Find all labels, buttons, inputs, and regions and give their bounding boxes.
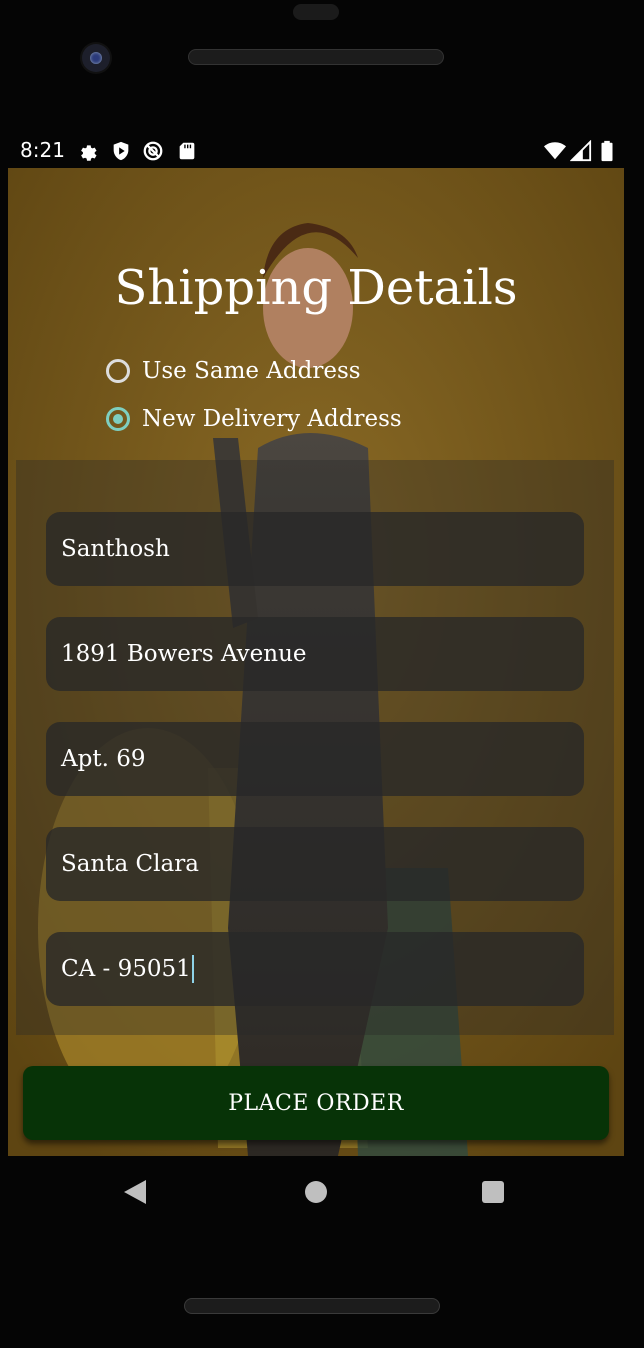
home-icon[interactable] <box>305 1181 327 1203</box>
page-title: Shipping Details <box>114 260 518 316</box>
name-field[interactable]: Santhosh <box>46 512 584 586</box>
address-form-panel: Santhosh 1891 Bowers Avenue Apt. 69 Sant… <box>16 460 614 1035</box>
phone-frame: 8:21 Shipping Details Use Same Address N… <box>0 0 644 1348</box>
accessibility-icon <box>143 141 163 161</box>
address-line2-field[interactable]: Apt. 69 <box>46 722 584 796</box>
radio-new-delivery-address[interactable]: New Delivery Address <box>106 406 402 432</box>
recents-icon[interactable] <box>482 1181 504 1203</box>
top-notch <box>293 4 339 20</box>
state-zip-field[interactable]: CA - 95051 <box>46 932 584 1006</box>
address-line1-field[interactable]: 1891 Bowers Avenue <box>46 617 584 691</box>
radio-use-same-address[interactable]: Use Same Address <box>106 358 361 384</box>
back-icon[interactable] <box>124 1180 146 1204</box>
wifi-icon <box>544 142 566 160</box>
radio-checked-icon[interactable] <box>106 407 130 431</box>
place-order-button[interactable]: PLACE ORDER <box>23 1066 609 1140</box>
earpiece-speaker <box>188 49 444 65</box>
sd-card-icon <box>179 142 195 160</box>
bottom-speaker <box>184 1298 440 1314</box>
city-field[interactable]: Santa Clara <box>46 827 584 901</box>
signal-icon <box>570 140 592 162</box>
system-nav-bar <box>0 1160 644 1224</box>
city-field-value: Santa Clara <box>61 851 199 877</box>
address-line2-value: Apt. 69 <box>61 746 146 772</box>
address-line1-value: 1891 Bowers Avenue <box>61 641 307 667</box>
shield-play-icon <box>113 141 129 161</box>
gear-icon <box>81 145 97 161</box>
radio-unchecked-icon[interactable] <box>106 359 130 383</box>
state-zip-value: CA - 95051 <box>61 956 191 982</box>
front-camera-icon <box>82 44 110 72</box>
status-bar: 8:21 <box>0 132 644 168</box>
app-screen: Shipping Details Use Same Address New De… <box>8 168 624 1156</box>
status-time: 8:21 <box>20 138 65 162</box>
battery-icon <box>601 140 613 162</box>
text-cursor <box>191 955 194 983</box>
radio-label: New Delivery Address <box>142 406 402 432</box>
name-field-value: Santhosh <box>61 536 170 562</box>
radio-label: Use Same Address <box>142 358 361 384</box>
